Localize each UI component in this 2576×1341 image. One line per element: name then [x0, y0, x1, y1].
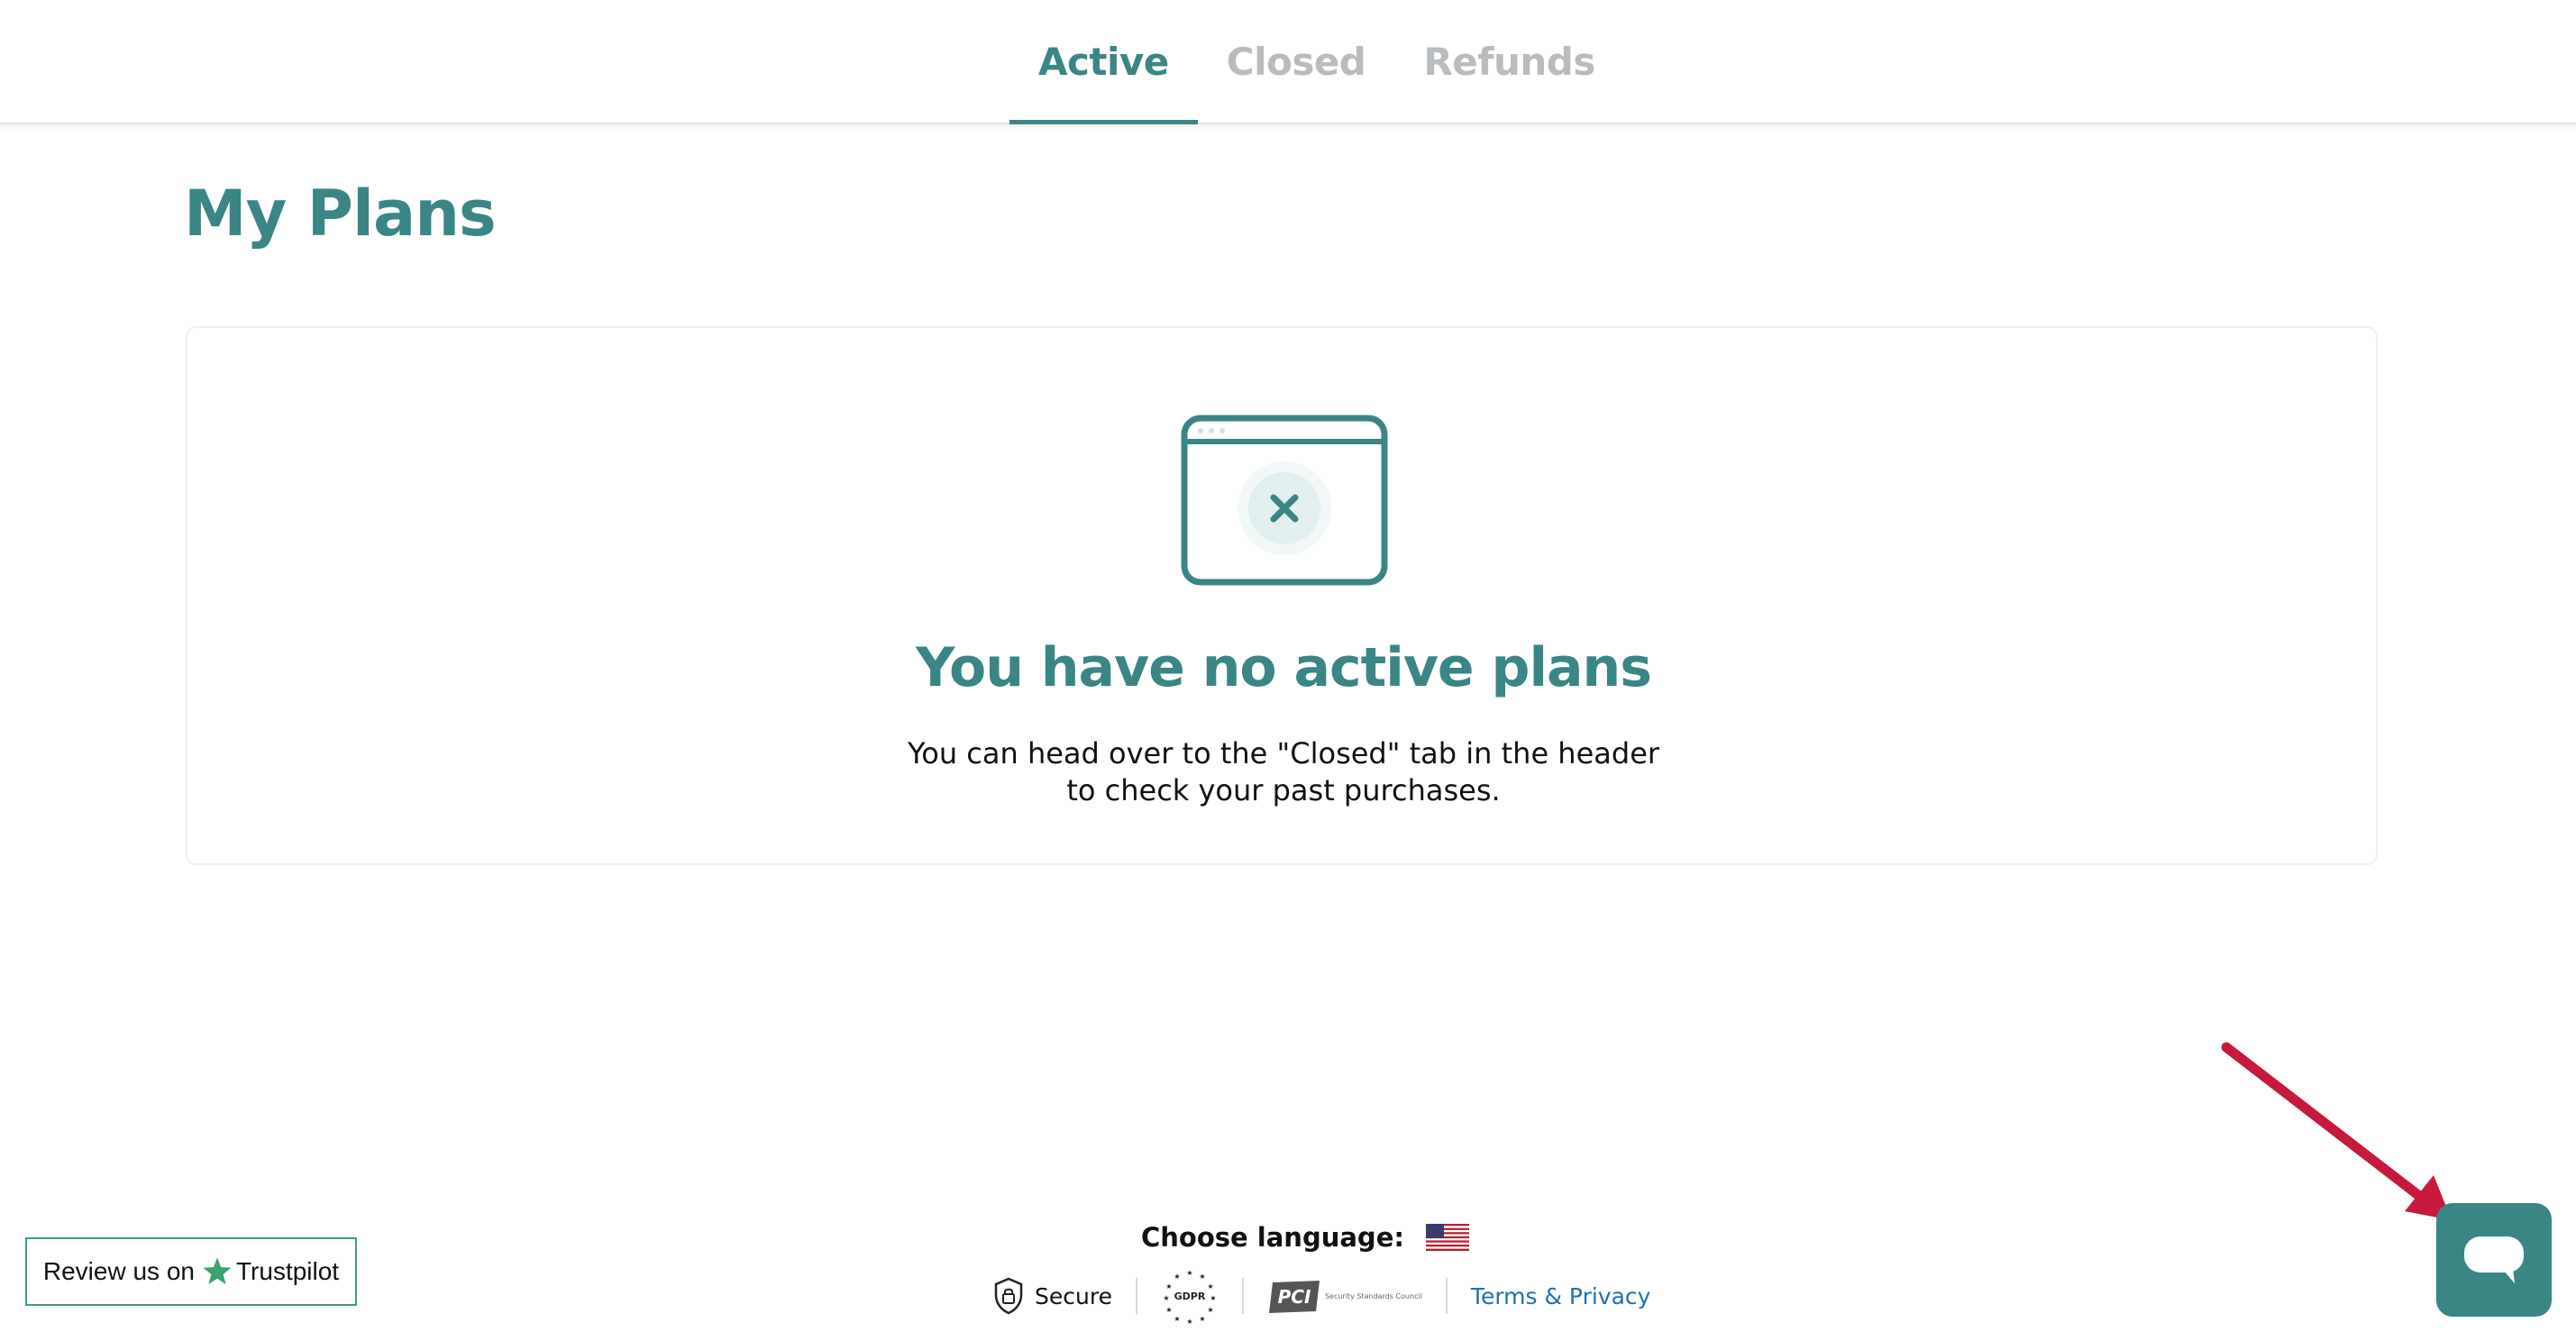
language-label: Choose language:	[1141, 1222, 1404, 1253]
pci-subtext: Security Standards Council	[1324, 1291, 1422, 1300]
svg-text:★: ★	[1186, 1318, 1192, 1325]
svg-text:★: ★	[1207, 1282, 1213, 1291]
badge-divider	[1135, 1278, 1137, 1314]
empty-state-card: You have no active plans You can head ov…	[186, 326, 2378, 865]
svg-text:★: ★	[1174, 1315, 1180, 1323]
tab-active[interactable]: Active	[1009, 0, 1198, 124]
browser-window-x-icon	[1181, 415, 1388, 586]
svg-text:★: ★	[1174, 1273, 1180, 1281]
chat-bubble-icon	[2464, 1236, 2524, 1283]
trustpilot-prefix: Review us on	[42, 1257, 195, 1285]
trustpilot-brand: Trustpilot	[235, 1257, 340, 1285]
pci-logo-icon: PCI	[1268, 1281, 1320, 1313]
svg-text:★: ★	[1199, 1273, 1205, 1281]
svg-text:★: ★	[1207, 1306, 1213, 1314]
svg-text:★: ★	[1210, 1294, 1216, 1302]
pci-badge: PCI Security Standards Council	[1267, 1267, 1422, 1325]
empty-state-title: You have no active plans	[916, 636, 1652, 699]
us-flag-icon[interactable]	[1425, 1224, 1469, 1251]
page: Active Closed Refunds My Plans You have …	[0, 0, 2576, 1341]
tab-refunds[interactable]: Refunds	[1394, 0, 1623, 124]
secure-badge: Secure	[993, 1267, 1112, 1325]
svg-text:★: ★	[1186, 1269, 1192, 1277]
shield-lock-icon	[994, 1277, 1023, 1315]
tab-closed[interactable]: Closed	[1198, 0, 1395, 124]
empty-state-description-line-1: You can head over to the "Closed" tab in…	[907, 736, 1660, 771]
trustpilot-star-icon	[203, 1257, 232, 1285]
svg-text:★: ★	[1165, 1306, 1172, 1314]
secure-label: Secure	[1035, 1282, 1112, 1309]
svg-text:★: ★	[1199, 1315, 1205, 1323]
plan-tabs: Active Closed Refunds	[1009, 0, 1624, 124]
gdpr-stars-icon: ★ ★ ★ ★ ★ ★ ★ ★ ★ ★ ★ ★ GDPR	[1163, 1269, 1216, 1325]
pci-label: PCI	[1278, 1286, 1311, 1308]
badge-divider	[1241, 1278, 1244, 1314]
language-chooser: Choose language:	[1141, 1222, 1469, 1253]
badge-divider	[1445, 1278, 1448, 1314]
page-title: My Plans	[184, 177, 497, 251]
chat-button[interactable]	[2436, 1203, 2552, 1317]
annotation-arrow-icon	[2221, 1042, 2452, 1220]
plans-header: Active Closed Refunds	[0, 0, 2576, 124]
svg-text:★: ★	[1165, 1282, 1172, 1291]
gdpr-badge: ★ ★ ★ ★ ★ ★ ★ ★ ★ ★ ★ ★ GDPR	[1161, 1267, 1219, 1325]
empty-state-description: You can head over to the "Closed" tab in…	[187, 735, 2380, 809]
gdpr-label: GDPR	[1174, 1291, 1206, 1302]
empty-state-description-line-2: to check your past purchases.	[1066, 773, 1501, 807]
trustpilot-review-button[interactable]: Review us on Trustpilot	[25, 1237, 357, 1306]
terms-privacy-link[interactable]: Terms & Privacy	[1471, 1283, 1651, 1309]
security-badges: Secure ★ ★ ★ ★ ★ ★ ★ ★ ★ ★ ★ ★ GDPR PCI …	[993, 1267, 1650, 1325]
svg-text:★: ★	[1163, 1294, 1169, 1302]
